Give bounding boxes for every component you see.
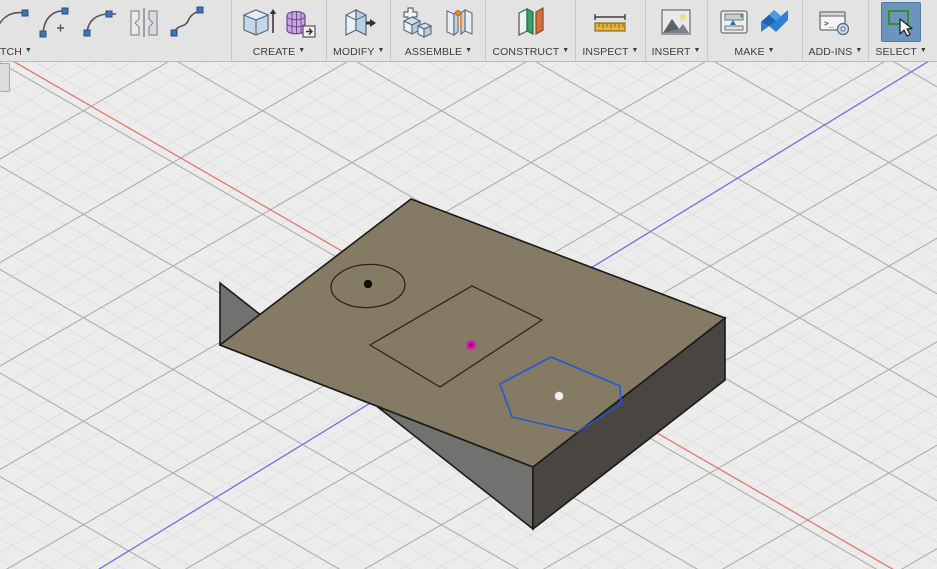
toolbar-label-modify[interactable]: MODIFY ▼ — [327, 44, 390, 60]
chevron-down-icon: ▼ — [919, 47, 927, 54]
toolbar-label-create[interactable]: CREATE ▼ — [232, 44, 326, 60]
select-window-cursor-icon[interactable] — [881, 2, 922, 42]
chevron-down-icon: ▼ — [24, 47, 32, 54]
hexagon-center-point[interactable] — [553, 390, 565, 402]
circle-center-point[interactable] — [363, 279, 373, 289]
toolbar-label-sketch[interactable]: TCH ▼ — [0, 44, 214, 60]
toolbar-group-make: MAKE ▼ — [706, 0, 802, 61]
select-icon-row — [875, 0, 927, 44]
arc-3point-icon[interactable] — [0, 2, 34, 42]
addins-label-text: ADD-INS — [808, 46, 853, 58]
toolbar-label-make[interactable]: MAKE ▼ — [708, 44, 802, 60]
browser-panel-edge-stub[interactable] — [0, 63, 10, 92]
new-component-icon[interactable] — [397, 2, 437, 42]
toolbar-group-select: SELECT ▼ — [868, 0, 932, 61]
modify-label-text: MODIFY — [333, 46, 375, 58]
construct-icon-row — [505, 0, 557, 44]
offset-plane-icon[interactable] — [511, 2, 551, 42]
chevron-down-icon: ▼ — [298, 47, 306, 54]
insert-icon-row — [650, 0, 702, 44]
main-toolbar: TCH ▼ CREATE ▼ MODIFY ▼ ASSEMBLE ▼ CONST… — [0, 0, 937, 62]
chevron-down-icon: ▼ — [465, 47, 473, 54]
fusion360-window: TCH ▼ CREATE ▼ MODIFY ▼ ASSEMBLE ▼ CONST… — [0, 0, 937, 569]
toolbar-group-assemble: ASSEMBLE ▼ — [390, 0, 485, 61]
3d-viewport[interactable] — [0, 62, 937, 569]
make-icon-row — [708, 0, 802, 44]
chevron-down-icon: ▼ — [631, 47, 639, 54]
create-label-text: CREATE — [252, 46, 296, 58]
inspect-icon-row — [584, 0, 636, 44]
svg-text:>_: >_ — [824, 19, 834, 28]
extrude-icon[interactable] — [238, 2, 278, 42]
toolbar-label-addins[interactable]: ADD-INS ▼ — [803, 44, 869, 60]
sketch-label-text: TCH — [0, 46, 22, 58]
construct-label-text: CONSTRUCT — [492, 46, 560, 58]
insert-label-text: INSERT — [651, 46, 691, 58]
make-label-text: MAKE — [734, 46, 765, 58]
assemble-icon-row — [391, 0, 485, 44]
toolbar-group-construct: CONSTRUCT ▼ — [485, 0, 575, 61]
toolbar-group-modify: MODIFY ▼ — [326, 0, 390, 61]
measure-ruler-icon[interactable] — [590, 2, 630, 42]
inspect-label-text: INSPECT — [582, 46, 629, 58]
sketch-icon-row — [0, 0, 214, 44]
toolbar-group-insert: INSERT ▼ — [644, 0, 707, 61]
addins-icon-row: >_ — [809, 0, 861, 44]
3d-print-icon[interactable] — [714, 2, 754, 42]
toolbar-group-addins: >_ ADD-INS ▼ — [801, 0, 869, 61]
chevron-down-icon: ▼ — [855, 47, 863, 54]
assemble-label-text: ASSEMBLE — [404, 46, 463, 58]
arc-center-point-icon[interactable] — [36, 2, 78, 42]
viewport-canvas — [0, 62, 937, 569]
arc-tangent-icon[interactable] — [80, 2, 122, 42]
chevron-down-icon: ▼ — [377, 47, 385, 54]
mirror-icon[interactable] — [124, 2, 164, 42]
spline-icon[interactable] — [166, 2, 208, 42]
toolbar-label-construct[interactable]: CONSTRUCT ▼ — [486, 44, 575, 60]
chevron-down-icon: ▼ — [767, 47, 775, 54]
press-pull-icon[interactable] — [339, 2, 379, 42]
select-label-text: SELECT — [875, 46, 917, 58]
toolbar-label-insert[interactable]: INSERT ▼ — [646, 44, 707, 60]
create-form-icon[interactable] — [280, 2, 320, 42]
toolbar-group-inspect: INSPECT ▼ — [575, 0, 644, 61]
make-lightning-icon[interactable] — [756, 2, 796, 42]
rectangle-center-point-inner — [469, 343, 473, 347]
toolbar-label-assemble[interactable]: ASSEMBLE ▼ — [391, 44, 485, 60]
create-icon-row — [232, 0, 326, 44]
modify-icon-row — [333, 0, 385, 44]
toolbar-label-select[interactable]: SELECT ▼ — [869, 44, 932, 60]
scripts-addins-icon[interactable]: >_ — [815, 2, 855, 42]
toolbar-label-inspect[interactable]: INSPECT ▼ — [576, 44, 644, 60]
insert-image-icon[interactable] — [656, 2, 696, 42]
joint-icon[interactable] — [439, 2, 479, 42]
toolbar-group-create: CREATE ▼ — [231, 0, 326, 61]
toolbar-group-sketch: TCH ▼ — [0, 0, 214, 61]
chevron-down-icon: ▼ — [562, 47, 570, 54]
chevron-down-icon: ▼ — [693, 47, 701, 54]
